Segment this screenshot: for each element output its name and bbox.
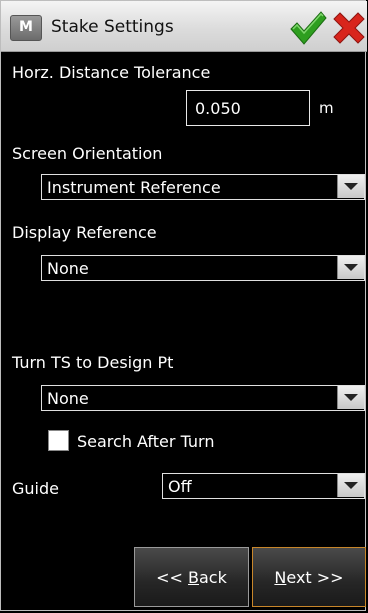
window-frame [0, 0, 366, 611]
turn-ts-select[interactable]: None [41, 385, 365, 411]
horz-tolerance-label: Horz. Distance Tolerance [12, 63, 211, 82]
search-after-turn-checkbox[interactable] [48, 430, 69, 451]
back-button[interactable]: << Back [134, 547, 249, 607]
display-reference-select[interactable]: None [41, 255, 365, 281]
screen-orientation-select[interactable]: Instrument Reference [41, 174, 365, 200]
screen-orientation-label: Screen Orientation [12, 144, 163, 163]
cancel-button[interactable] [330, 9, 368, 47]
display-reference-label: Display Reference [12, 223, 157, 242]
screen-orientation-value: Instrument Reference [47, 178, 221, 197]
chevron-down-icon [337, 386, 364, 409]
close-icon [333, 12, 365, 44]
horz-tolerance-input[interactable]: 0.050 [186, 90, 310, 126]
chevron-down-icon [337, 256, 364, 279]
guide-select[interactable]: Off [162, 473, 365, 499]
window-title: Stake Settings [51, 17, 174, 37]
ok-button[interactable] [288, 9, 328, 47]
guide-value: Off [168, 477, 192, 496]
chevron-down-icon [337, 474, 364, 497]
guide-label: Guide [12, 479, 59, 498]
horz-tolerance-unit: m [319, 99, 334, 117]
chevron-down-icon [337, 175, 364, 198]
search-after-turn-label[interactable]: Search After Turn [77, 432, 214, 451]
check-icon [290, 11, 327, 45]
app-menu-icon[interactable]: M [10, 15, 42, 41]
display-reference-value: None [47, 259, 89, 278]
turn-ts-value: None [47, 389, 89, 408]
title-bar: M Stake Settings [1, 1, 367, 52]
next-button[interactable]: Next >> [252, 547, 366, 607]
turn-ts-label: Turn TS to Design Pt [12, 353, 174, 372]
